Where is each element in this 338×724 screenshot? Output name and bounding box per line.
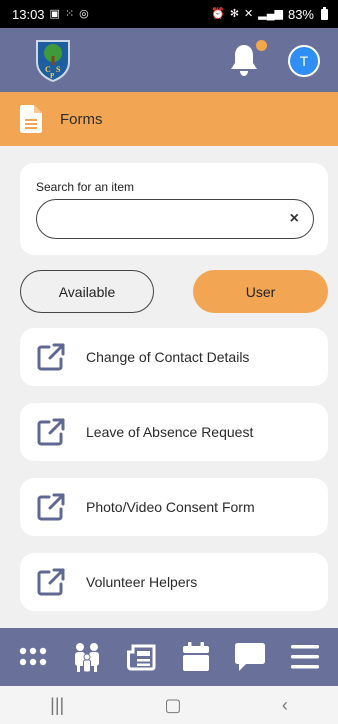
- forms-title-bar: Forms: [0, 92, 338, 146]
- user-toggle-button[interactable]: User: [193, 270, 328, 313]
- apps-notification-icon: ⁙: [64, 7, 75, 20]
- external-link-icon: [37, 343, 65, 371]
- search-label: Search for an item: [36, 180, 135, 194]
- news-icon[interactable]: [125, 640, 159, 674]
- external-link-icon: [37, 418, 65, 446]
- form-item-label: Leave of Absence Request: [86, 424, 254, 440]
- apps-grid-icon[interactable]: [16, 640, 50, 674]
- bluetooth-icon: ✻: [229, 7, 240, 20]
- search-input[interactable]: ×: [36, 199, 314, 239]
- signal-icon: ▂▄▆: [258, 7, 283, 20]
- search-card: Search for an item ×: [20, 163, 328, 255]
- people-icon[interactable]: [70, 640, 104, 674]
- form-item-volunteer-helpers[interactable]: Volunteer Helpers: [20, 553, 328, 611]
- form-item-photo-video-consent[interactable]: Photo/Video Consent Form: [20, 478, 328, 536]
- external-link-icon: [37, 493, 65, 521]
- clear-icon[interactable]: ×: [290, 210, 299, 228]
- svg-text:P: P: [50, 72, 55, 80]
- calendar-icon[interactable]: [179, 640, 213, 674]
- alarm-icon: ⏰: [211, 7, 225, 20]
- form-item-label: Change of Contact Details: [86, 349, 250, 365]
- form-item-label: Photo/Video Consent Form: [86, 499, 255, 515]
- bell-icon[interactable]: [228, 42, 260, 78]
- bottom-nav: [0, 628, 338, 686]
- app-header: C S P T: [0, 28, 338, 92]
- battery-percent: 83%: [287, 6, 314, 22]
- school-crest-logo: C S P: [36, 40, 70, 82]
- recent-apps-icon[interactable]: |||: [50, 695, 64, 716]
- external-link-icon: [37, 568, 65, 596]
- sync-notification-icon: ◎: [79, 7, 89, 20]
- chat-icon[interactable]: [233, 640, 267, 674]
- page-title: Forms: [60, 110, 103, 128]
- battery-icon: [321, 6, 328, 20]
- form-item-label: Volunteer Helpers: [86, 574, 198, 590]
- home-icon[interactable]: ▢: [165, 695, 182, 716]
- gallery-notification-icon: ▣: [49, 7, 60, 20]
- status-time: 13:03: [12, 6, 45, 22]
- user-avatar[interactable]: T: [288, 45, 320, 77]
- notification-badge: [256, 40, 267, 51]
- mute-icon: ✕: [244, 7, 254, 20]
- system-navigation-bar: ||| ▢ ‹: [0, 686, 338, 724]
- form-item-leave-of-absence[interactable]: Leave of Absence Request: [20, 403, 328, 461]
- back-icon[interactable]: ‹: [282, 695, 288, 716]
- available-toggle-button[interactable]: Available: [20, 270, 154, 313]
- document-icon: [20, 105, 42, 133]
- svg-text:S: S: [56, 65, 61, 74]
- menu-icon[interactable]: [288, 640, 322, 674]
- status-bar: 13:03 ▣ ⁙ ◎ ⏰ ✻ ✕ ▂▄▆ 83%: [0, 0, 338, 28]
- form-item-change-contact-details[interactable]: Change of Contact Details: [20, 328, 328, 386]
